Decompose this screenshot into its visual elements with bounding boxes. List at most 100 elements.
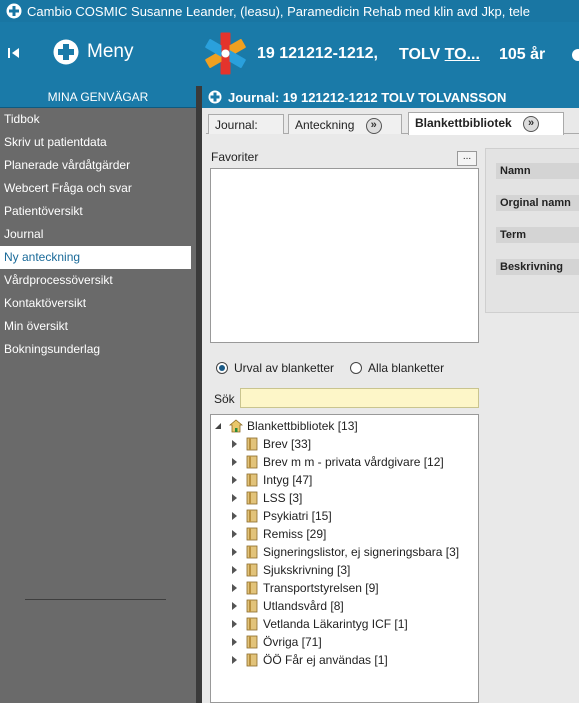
tree-item[interactable]: Utlandsvård [8]	[229, 597, 344, 615]
sidebar-item-kontaktoversikt[interactable]: Kontaktöversikt	[0, 292, 196, 315]
patient-age: 105 år	[499, 46, 546, 63]
sidebar-item-webcert[interactable]: Webcert Fråga och svar	[0, 177, 196, 200]
radio-urval[interactable]	[216, 362, 228, 374]
tab-label: Anteckning	[295, 118, 355, 133]
template-filter-radios: Urval av blanketter Alla blanketter	[216, 361, 444, 375]
collapsed-triangle-icon[interactable]	[229, 529, 239, 539]
sidebar-divider	[25, 599, 166, 600]
collapsed-triangle-icon[interactable]	[229, 565, 239, 575]
tree-item[interactable]: Brev [33]	[229, 435, 311, 453]
double-chevron-right-icon[interactable]: »	[365, 118, 382, 134]
book-folder-icon	[246, 617, 258, 631]
tree-item[interactable]: Remiss [29]	[229, 525, 326, 543]
detail-description-label: Beskrivning	[496, 259, 579, 275]
header-status-icon[interactable]	[572, 49, 579, 61]
tab-strip: Journal: Anteckning » Blankettbibliotek …	[206, 112, 579, 135]
plus-circle-icon	[53, 39, 79, 65]
double-chevron-right-icon[interactable]: »	[523, 116, 540, 132]
radio-alla-label[interactable]: Alla blanketter	[368, 361, 444, 375]
panel-header: Journal: 19 121212-1212 TOLV TOLVANSSON	[202, 86, 579, 108]
patient-name[interactable]: TOLV TO...	[399, 46, 480, 64]
book-folder-icon	[246, 635, 258, 649]
sidebar-item-ny-anteckning[interactable]: Ny anteckning	[0, 246, 191, 269]
collapsed-triangle-icon[interactable]	[229, 637, 239, 647]
tree-item-label: Övriga [71]	[263, 635, 322, 649]
tree-item-label: Vetlanda Läkarintyg ICF [1]	[263, 617, 408, 631]
search-label: Sök	[214, 392, 235, 406]
tree-item[interactable]: Signeringslistor, ej signeringsbara [3]	[229, 543, 459, 561]
sidebar-item-vardprocessoversikt[interactable]: Vårdprocessöversikt	[0, 269, 196, 292]
favorites-list[interactable]	[210, 168, 479, 343]
tree-item[interactable]: Intyg [47]	[229, 471, 312, 489]
tree-item[interactable]: Sjukskrivning [3]	[229, 561, 350, 579]
collapsed-triangle-icon[interactable]	[229, 439, 239, 449]
collapsed-triangle-icon[interactable]	[229, 583, 239, 593]
tab-label: Blankettbibliotek	[415, 116, 512, 131]
cosmic-plus-icon	[208, 90, 222, 104]
cosmic-plus-icon	[6, 3, 22, 19]
tree-item-label: Sjukskrivning [3]	[263, 563, 351, 577]
sidebar-item-tidbok[interactable]: Tidbok	[0, 108, 196, 131]
tree-item-label: Brev [33]	[263, 437, 312, 451]
sidebar-item-bokningsunderlag[interactable]: Bokningsunderlag	[0, 338, 196, 361]
book-folder-icon	[246, 581, 258, 595]
collapsed-triangle-icon[interactable]	[229, 655, 239, 665]
collapsed-triangle-icon[interactable]	[229, 457, 239, 467]
tree-item[interactable]: ÖÖ Får ej användas [1]	[229, 651, 388, 669]
favorites-more-button[interactable]: ...	[457, 151, 477, 166]
menu-button[interactable]: Meny	[53, 36, 133, 68]
sidebar-item-planerade-vardatgarder[interactable]: Planerade vårdåtgärder	[0, 154, 196, 177]
tree-item-label: Remiss [29]	[263, 527, 327, 541]
book-folder-icon	[246, 455, 258, 469]
tree-item-label: Brev m m - privata vårdgivare [12]	[263, 455, 444, 469]
tree-item[interactable]: Transportstyrelsen [9]	[229, 579, 379, 597]
panel-title: Journal: 19 121212-1212 TOLV TOLVANSSON	[228, 89, 507, 105]
patient-last-name[interactable]: TO...	[445, 46, 480, 63]
collapsed-triangle-icon[interactable]	[229, 547, 239, 557]
home-icon	[229, 419, 243, 433]
sidebar-item-min-oversikt[interactable]: Min översikt	[0, 315, 196, 338]
app-header: Meny 19 121212-1212, TOLV TO... 105 år	[0, 22, 579, 86]
collapsed-triangle-icon[interactable]	[229, 601, 239, 611]
tree-item[interactable]: Vetlanda Läkarintyg ICF [1]	[229, 615, 408, 633]
patient-id: 19 121212-1212,	[257, 45, 378, 62]
tree-item-label: ÖÖ Får ej användas [1]	[263, 653, 388, 667]
template-details: Namn Orginal namn Term Beskrivning	[485, 148, 579, 313]
tree-item[interactable]: LSS [3]	[229, 489, 302, 507]
journal-panel: Journal: 19 121212-1212 TOLV TOLVANSSON …	[202, 86, 579, 703]
template-tree[interactable]: Blankettbibliotek [13] Brev [33] Brev m m…	[210, 414, 479, 703]
collapse-sidebar-icon[interactable]	[8, 46, 20, 60]
tree-item[interactable]: Övriga [71]	[229, 633, 322, 651]
sidebar-item-skriv-ut-patientdata[interactable]: Skriv ut patientdata	[0, 131, 196, 154]
tree-item-label: Signeringslistor, ej signeringsbara [3]	[263, 545, 460, 559]
tree-item-label: Transportstyrelsen [9]	[263, 581, 379, 595]
sidebar-item-patientoversikt[interactable]: Patientöversikt	[0, 200, 196, 223]
tree-root[interactable]: Blankettbibliotek [13]	[213, 417, 358, 435]
tree-item-label: Intyg [47]	[263, 473, 313, 487]
radio-urval-label[interactable]: Urval av blanketter	[234, 361, 334, 375]
tree-item-label: Utlandsvård [8]	[263, 599, 344, 613]
window-title: Cambio COSMIC Susanne Leander, (leasu), …	[27, 3, 530, 19]
collapsed-triangle-icon[interactable]	[229, 493, 239, 503]
collapsed-triangle-icon[interactable]	[229, 475, 239, 485]
detail-term-label: Term	[496, 227, 579, 243]
sidebar-heading: MINA GENVÄGAR	[0, 86, 196, 108]
sidebar-item-journal[interactable]: Journal	[0, 223, 196, 246]
tree-item[interactable]: Psykiatri [15]	[229, 507, 332, 525]
collapsed-triangle-icon[interactable]	[229, 511, 239, 521]
search-input[interactable]	[240, 388, 479, 408]
tab-journal[interactable]: Journal:	[208, 114, 284, 134]
book-folder-icon	[246, 473, 258, 487]
shortcuts-sidebar: MINA GENVÄGAR Tidbok Skriv ut patientdat…	[0, 86, 202, 703]
collapsed-triangle-icon[interactable]	[229, 619, 239, 629]
expanded-triangle-icon[interactable]	[213, 421, 223, 431]
patient-first-name: TOLV	[399, 46, 441, 63]
tab-blankettbibliotek[interactable]: Blankettbibliotek »	[408, 112, 564, 135]
book-folder-icon	[246, 599, 258, 613]
tab-anteckning[interactable]: Anteckning »	[288, 114, 402, 134]
window-titlebar: Cambio COSMIC Susanne Leander, (leasu), …	[0, 0, 579, 22]
book-folder-icon	[246, 437, 258, 451]
tree-item[interactable]: Brev m m - privata vårdgivare [12]	[229, 453, 444, 471]
menu-label: Meny	[87, 41, 134, 62]
radio-alla[interactable]	[350, 362, 363, 374]
